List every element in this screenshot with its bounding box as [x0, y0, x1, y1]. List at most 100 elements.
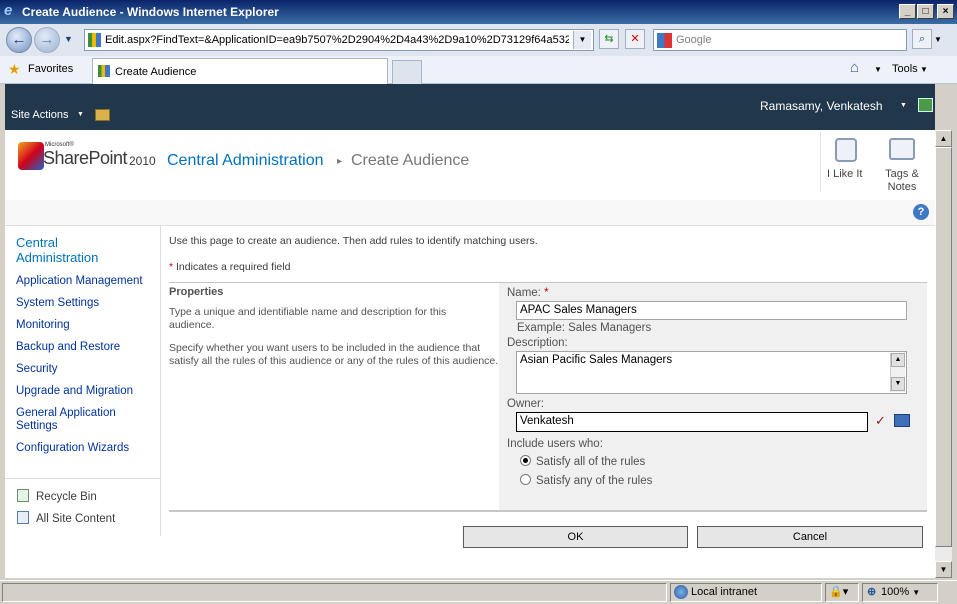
section-bottom-divider: [169, 510, 927, 512]
description-value: Asian Pacific Sales Managers: [520, 354, 673, 366]
minimize-button[interactable]: _: [899, 4, 916, 19]
nav-recycle-bin[interactable]: Recycle Bin: [36, 491, 97, 504]
nav-central-administration[interactable]: Central Administration: [16, 235, 126, 265]
satisfy-all-label[interactable]: Satisfy all of the rules: [536, 456, 645, 468]
tools-dropdown-icon[interactable]: ▼: [920, 65, 928, 74]
security-zone: Local intranet: [670, 583, 822, 602]
nav-configuration-wizards[interactable]: Configuration Wizards: [16, 442, 129, 455]
maximize-button[interactable]: □: [917, 4, 934, 19]
tags-notes-icon[interactable]: [889, 138, 915, 160]
back-button[interactable]: ←: [6, 27, 32, 53]
stop-icon[interactable]: ✕: [625, 29, 645, 49]
help-icon[interactable]: ?: [913, 204, 929, 220]
search-box[interactable]: Google: [653, 29, 907, 51]
nav-backup-and-restore[interactable]: Backup and Restore: [16, 341, 120, 354]
scroll-down-button[interactable]: ▼: [935, 561, 952, 578]
description-scroll-up[interactable]: ▲: [891, 353, 905, 367]
page-title: Create Audience: [351, 152, 470, 169]
scroll-up-button[interactable]: ▲: [935, 130, 952, 147]
description-textarea[interactable]: Asian Pacific Sales Managers ▲ ▼: [516, 351, 907, 394]
nav-monitoring[interactable]: Monitoring: [16, 319, 70, 332]
check-names-icon[interactable]: ✓: [875, 413, 886, 429]
scroll-thumb[interactable]: [935, 147, 952, 547]
navigate-up-icon[interactable]: [95, 109, 110, 121]
name-required-asterisk: *: [544, 287, 549, 299]
show-ribbon-icon[interactable]: [918, 98, 933, 112]
page-icon: [88, 33, 101, 47]
i-like-it-button[interactable]: I Like It: [827, 168, 862, 180]
close-button[interactable]: ×: [937, 4, 954, 19]
sharepoint-logo-icon: [18, 142, 44, 170]
user-dropdown-icon[interactable]: ▼: [900, 102, 907, 109]
zoom-icon: ⊕: [867, 586, 877, 598]
recycle-bin-icon: [17, 489, 29, 502]
window-title-bar: e Create Audience - Windows Internet Exp…: [0, 0, 957, 24]
nav-security[interactable]: Security: [16, 363, 58, 376]
properties-section: Properties Type a unique and identifiabl…: [169, 282, 927, 512]
cancel-button[interactable]: Cancel: [697, 526, 923, 548]
browser-nav-bar: ← → ▼ Edit.aspx?FindText=&ApplicationID=…: [0, 24, 957, 56]
intranet-globe-icon: [674, 585, 688, 599]
forward-button[interactable]: →: [34, 27, 60, 53]
user-menu[interactable]: Ramasamy, Venkatesh: [760, 99, 883, 113]
description-scroll-down[interactable]: ▼: [891, 377, 905, 391]
nav-system-settings[interactable]: System Settings: [16, 297, 99, 310]
breadcrumb-separator: ▸: [337, 156, 343, 167]
home-dropdown-icon[interactable]: ▼: [874, 65, 882, 74]
nav-all-site-content[interactable]: All Site Content: [36, 513, 115, 526]
zoom-control[interactable]: ⊕ 100% ▼: [862, 583, 938, 602]
nav-upgrade-and-migration[interactable]: Upgrade and Migration: [16, 385, 133, 398]
security-zone-text: Local intranet: [691, 586, 758, 598]
search-icon[interactable]: ⌕: [912, 29, 932, 49]
history-dropdown-icon[interactable]: ▼: [64, 34, 73, 44]
search-placeholder: Google: [676, 34, 712, 46]
tools-menu[interactable]: Tools: [892, 63, 918, 75]
nav-general-application-settings[interactable]: General Application Settings: [16, 407, 141, 433]
favorites-button[interactable]: Favorites: [28, 63, 73, 75]
refresh-icon[interactable]: ⇆: [599, 29, 619, 49]
status-message: [2, 583, 667, 602]
owner-label: Owner:: [507, 398, 545, 410]
search-options-icon[interactable]: ▼: [934, 35, 942, 44]
satisfy-any-label[interactable]: Satisfy any of the rules: [536, 475, 652, 487]
browser-tab-create-audience[interactable]: Create Audience: [92, 58, 388, 84]
ie-logo-icon: e: [4, 2, 13, 19]
breadcrumb-central-administration[interactable]: Central Administration: [167, 152, 324, 170]
zoom-dropdown-icon[interactable]: ▼: [912, 588, 920, 597]
ok-button[interactable]: OK: [463, 526, 688, 548]
tags-label: Tags &: [885, 168, 919, 180]
name-input[interactable]: APAC Sales Managers: [516, 301, 907, 320]
required-note-text: Indicates a required field: [176, 261, 291, 273]
address-bar[interactable]: Edit.aspx?FindText=&ApplicationID=ea9b75…: [84, 29, 594, 51]
section-description-name: Type a unique and identifiable name and …: [169, 306, 447, 331]
description-scrollbar[interactable]: ▲ ▼: [890, 353, 905, 392]
name-example: Example: Sales Managers: [517, 322, 652, 334]
satisfy-any-radio[interactable]: [520, 474, 531, 485]
name-label: Name: *: [507, 287, 549, 299]
site-actions-dropdown-icon[interactable]: ▼: [77, 111, 84, 118]
satisfy-all-radio[interactable]: [520, 455, 531, 466]
address-dropdown-button[interactable]: ▼: [573, 31, 591, 49]
header-divider: [820, 132, 821, 192]
home-icon[interactable]: ⌂: [850, 59, 859, 76]
brand-name: SharePoint: [43, 148, 128, 168]
all-site-content-icon: [17, 511, 29, 524]
main-content: Central Administration Application Manag…: [5, 226, 935, 578]
i-like-it-icon[interactable]: [835, 138, 857, 162]
address-input[interactable]: Edit.aspx?FindText=&ApplicationID=ea9b75…: [105, 34, 569, 46]
window-title: Create Audience - Windows Internet Explo…: [22, 5, 279, 19]
status-bar: Local intranet 🔒▾ ⊕ 100% ▼: [0, 580, 957, 604]
site-actions-menu[interactable]: Site Actions: [11, 109, 68, 121]
required-asterisk: *: [169, 261, 174, 273]
sharepoint-ribbon: Site Actions ▼ Ramasamy, Venkatesh ▼: [5, 84, 935, 130]
new-tab-button[interactable]: [392, 60, 422, 84]
nav-application-management[interactable]: Application Management: [16, 275, 143, 288]
tags-notes-button[interactable]: Tags & Notes: [884, 168, 920, 194]
protected-mode-icon[interactable]: 🔒▾: [825, 583, 859, 602]
tab-title: Create Audience: [115, 66, 197, 78]
vertical-scrollbar[interactable]: ▲ ▼: [935, 130, 952, 578]
owner-input[interactable]: Venkatesh: [516, 412, 868, 432]
search-provider-icon: [657, 33, 672, 48]
browse-address-book-icon[interactable]: [894, 414, 910, 427]
left-navigation: Central Administration Application Manag…: [5, 226, 161, 536]
